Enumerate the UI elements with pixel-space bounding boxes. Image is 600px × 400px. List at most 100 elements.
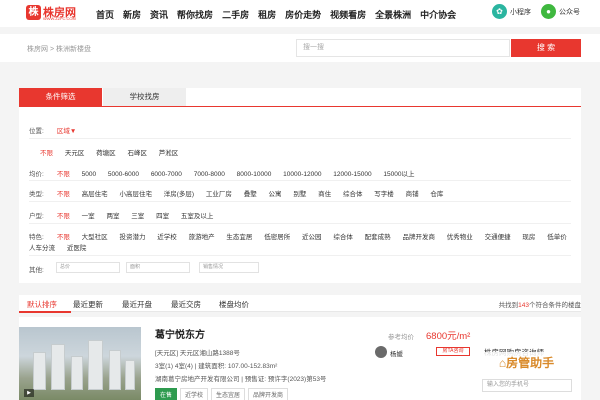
watermark-text: 房管助手 [506,356,555,370]
watermark-overlay: ⌂房管助手 [478,352,575,374]
tag: 生态宜居 [211,388,246,400]
mini-program-icon[interactable]: ✿ [492,4,507,19]
price-option[interactable]: 12000-15000 [333,171,371,178]
wechat-icon[interactable]: ● [541,4,556,19]
feature-option[interactable]: 优秀物业 [447,234,473,241]
feature-option[interactable]: 品牌开发商 [402,234,435,241]
type-option[interactable]: 工业厂房 [206,191,232,198]
feature-option[interactable]: 近学校 [157,234,177,241]
feature-option[interactable]: 投资潜力 [119,234,145,241]
nav-video-tour[interactable]: 视频看房 [330,8,366,21]
filter-row-layout: 户型: 不限 一室 两室 三室 四室 五室及以上 [29,210,223,220]
search-input[interactable]: 搜一搜 [296,39,510,57]
filter-row-location: 位置: 区域▼ [29,125,86,135]
feature-option[interactable]: 交通便捷 [485,234,511,241]
type-option[interactable]: 高层住宅 [82,191,108,198]
feature-option[interactable]: 生态宜居 [226,234,252,241]
type-option[interactable]: 综合体 [343,191,363,198]
listing-developer: 湖南葛宁房地产开发有限公司 | 预售证: 预许字(2023)第53号 [155,376,327,383]
type-option[interactable]: 洋房(多层) [164,191,194,198]
search-button[interactable]: 搜 索 [511,39,581,57]
price-option[interactable]: 10000-12000 [283,171,321,178]
price-option[interactable]: 8000-10000 [237,171,272,178]
nav-news[interactable]: 资讯 [150,8,168,21]
official-account-label[interactable]: 公众号 [559,7,580,17]
tab-school-search[interactable]: 学校找房 [103,88,186,106]
filter-row-other: 其他: [29,264,55,274]
consult-badge[interactable]: 房TA咨询 [436,347,470,356]
feature-option[interactable]: 现房 [522,234,535,241]
layout-option[interactable]: 一室 [82,213,95,220]
breadcrumb[interactable]: 株房网 > 株洲新楼盘 [27,44,91,54]
layout-option[interactable]: 两室 [106,213,119,220]
tag: 品牌开发商 [248,388,289,400]
district-option[interactable]: 石峰区 [127,150,147,157]
sort-avg-price[interactable]: 楼盘均价 [219,299,249,310]
feature-option[interactable]: 旅游地产 [189,234,215,241]
district-option[interactable]: 荷塘区 [96,150,116,157]
price-option[interactable]: 15000以上 [383,171,414,178]
feature-option[interactable]: 近公园 [302,234,322,241]
tab-divider [19,106,581,107]
price-option[interactable]: 7000-8000 [194,171,225,178]
type-option[interactable]: 商铺 [406,191,419,198]
type-option[interactable]: 公寓 [269,191,282,198]
type-option[interactable]: 小高层住宅 [119,191,152,198]
phone-input[interactable]: 输入您的手机号 [482,379,572,392]
type-option[interactable]: 仓库 [430,191,443,198]
mini-program-label[interactable]: 小程序 [510,7,531,17]
nav-new-homes[interactable]: 新房 [123,8,141,21]
price-option[interactable]: 5000 [82,171,96,178]
layout-option[interactable]: 五室及以上 [181,213,214,220]
price-option[interactable]: 6000-7000 [151,171,182,178]
type-option[interactable]: 写字楼 [374,191,394,198]
layout-option[interactable]: 三室 [131,213,144,220]
nav-find-home[interactable]: 帮你找房 [177,8,213,21]
feature-option[interactable]: 人车分流 [29,245,55,252]
nav-price-trend[interactable]: 房价走势 [285,8,321,21]
location-dropdown[interactable]: 区域▼ [57,128,76,135]
type-option[interactable]: 商住 [318,191,331,198]
type-option[interactable]: 不限 [57,191,70,198]
price-option[interactable]: 不限 [57,171,70,178]
tab-condition-filter[interactable]: 条件筛选 [19,88,102,106]
site-header: 株 株房网 WWW.ZZFC.COM 首页 新房 资讯 帮你找房 二手房 租房 … [0,0,600,27]
nav-home[interactable]: 首页 [96,8,114,21]
feature-option[interactable]: 配套成熟 [365,234,391,241]
feature-option[interactable]: 近医院 [67,245,87,252]
type-option[interactable]: 叠墅 [244,191,257,198]
layout-option[interactable]: 不限 [57,213,70,220]
area-select[interactable]: 面积 [126,262,190,273]
sort-recent-update[interactable]: 最近更新 [73,299,103,310]
type-option[interactable]: 别墅 [293,191,306,198]
feature-option[interactable]: 低密居所 [264,234,290,241]
feature-option[interactable]: 大型社区 [82,234,108,241]
listing-thumbnail[interactable]: ▶ [19,327,141,400]
total-price-select[interactable]: 总价 [56,262,120,273]
main-nav: 首页 新房 资讯 帮你找房 二手房 租房 房价走势 视频看房 全景株洲 中介协会 [96,8,465,21]
nav-second-hand[interactable]: 二手房 [222,8,249,21]
sort-default[interactable]: 默认排序 [27,299,57,310]
agent-name[interactable]: 杨媛 [390,348,403,358]
sort-recent-delivery[interactable]: 最近交房 [171,299,201,310]
layout-option[interactable]: 四室 [156,213,169,220]
divider [29,223,571,224]
divider [29,201,571,202]
nav-agency-assoc[interactable]: 中介协会 [420,8,456,21]
nav-panorama[interactable]: 全景株洲 [375,8,411,21]
feature-option[interactable]: 低单价 [547,234,567,241]
sort-recent-opening[interactable]: 最近开盘 [122,299,152,310]
divider [29,180,571,181]
district-option[interactable]: 芦淞区 [159,150,179,157]
sales-status-select[interactable]: 销售情况 [199,262,259,273]
district-option[interactable]: 不限 [40,150,53,157]
feature-option[interactable]: 综合体 [333,234,353,241]
nav-rent[interactable]: 租房 [258,8,276,21]
feature-option[interactable]: 不限 [57,234,70,241]
avatar[interactable] [375,346,387,358]
price-option[interactable]: 5000-6000 [108,171,139,178]
site-logo[interactable]: 株 株房网 WWW.ZZFC.COM [26,5,84,22]
district-option[interactable]: 天元区 [65,150,85,157]
video-play-icon[interactable]: ▶ [24,389,34,397]
listing-title[interactable]: 葛宁悦东方 [155,326,205,341]
